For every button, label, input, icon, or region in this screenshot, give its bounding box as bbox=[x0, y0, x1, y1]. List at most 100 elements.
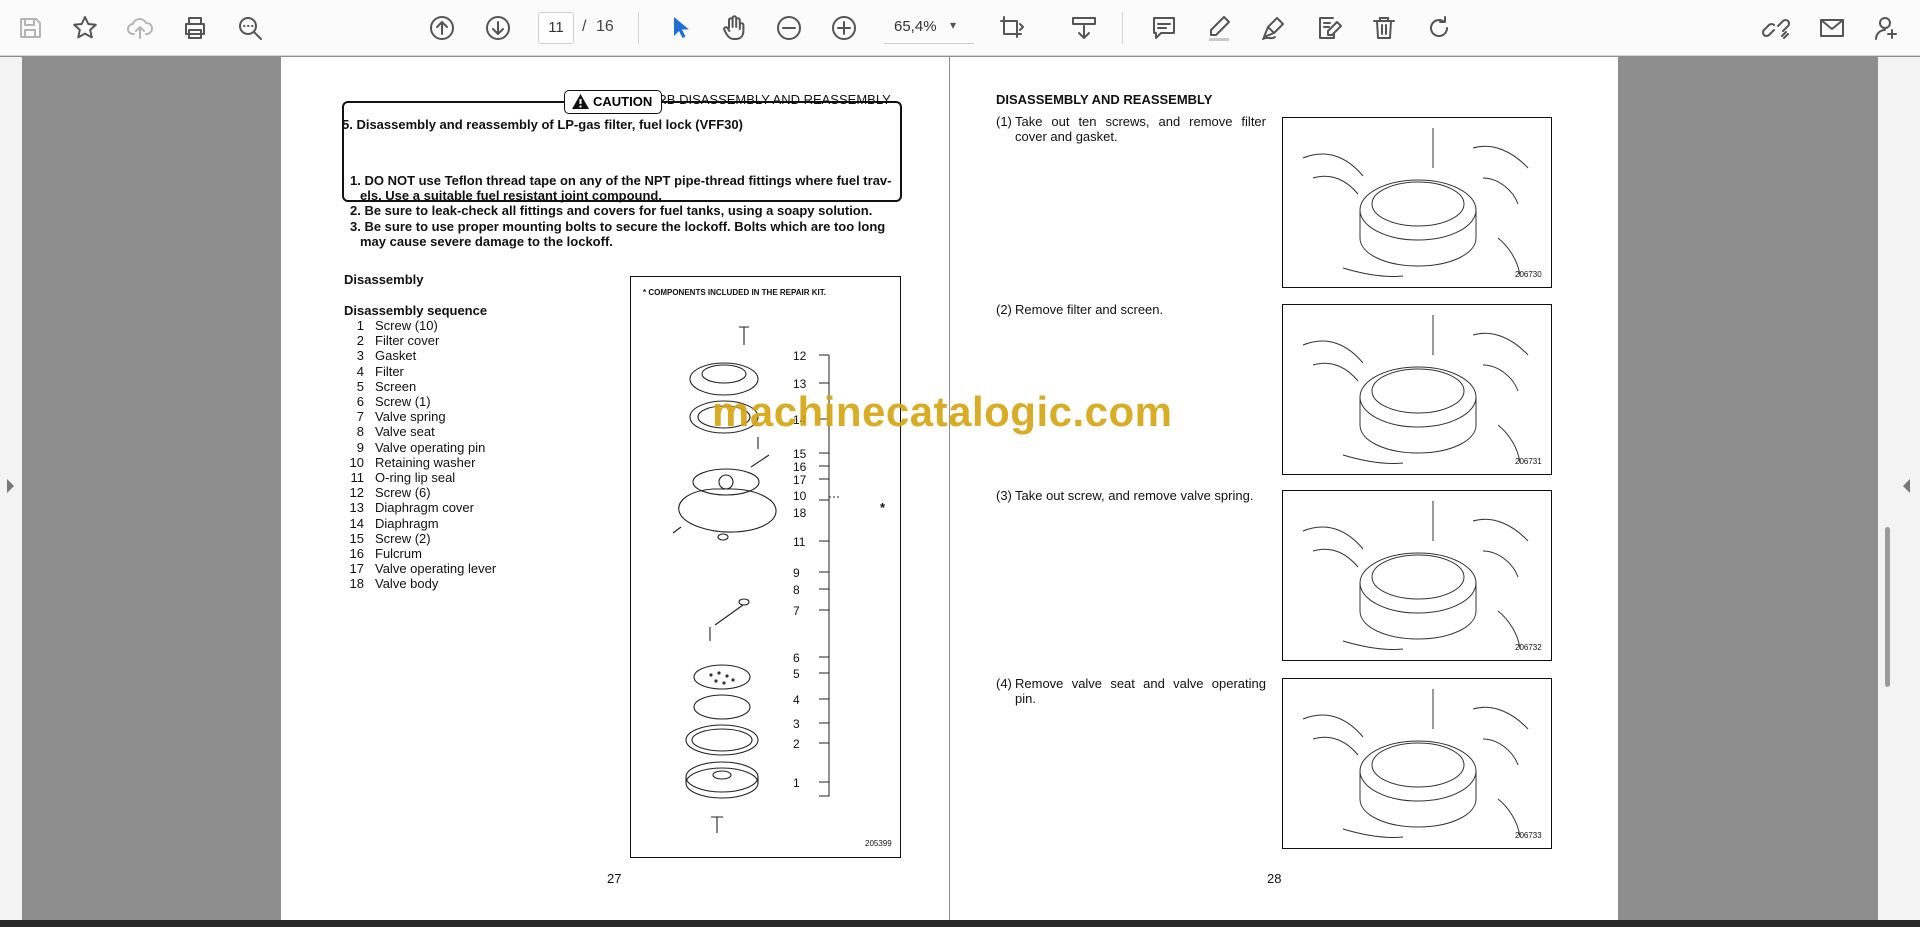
sequence-label: Screen bbox=[375, 378, 417, 394]
zoom-level-field[interactable]: 65,4% bbox=[884, 12, 974, 44]
zoom-search-icon[interactable] bbox=[230, 8, 270, 48]
toolbar: 11 / 16 65,4% ▾ bbox=[0, 0, 1920, 56]
edit-text-icon[interactable] bbox=[1309, 8, 1349, 48]
sequence-number: 15 bbox=[349, 530, 364, 546]
share-link-icon[interactable] bbox=[1756, 8, 1796, 48]
sequence-label: Valve operating pin bbox=[375, 439, 486, 455]
select-cursor-icon[interactable] bbox=[660, 8, 700, 48]
diagram-callout: 15 bbox=[793, 447, 807, 461]
exploded-parts-drawing bbox=[672, 326, 841, 833]
caution-line: els. Use a suitable fuel resistant joint… bbox=[360, 188, 662, 203]
right-panel-toggle[interactable] bbox=[1878, 57, 1920, 920]
diagram-star: * bbox=[880, 500, 886, 515]
highlight-pen-icon[interactable] bbox=[1199, 8, 1239, 48]
hands-on-part-drawing bbox=[1302, 501, 1529, 650]
sequence-label: Valve spring bbox=[375, 409, 446, 425]
warning-icon bbox=[572, 94, 589, 109]
diagram-callout: 10 bbox=[793, 489, 807, 503]
illustration-id: 206730 bbox=[1515, 270, 1542, 279]
step-text: Take out screw, and remove valve spring. bbox=[1015, 488, 1254, 503]
diagram-callout: 4 bbox=[793, 693, 800, 707]
scroll-mode-icon[interactable] bbox=[1064, 8, 1104, 48]
print-icon[interactable] bbox=[175, 8, 215, 48]
page-separator: / bbox=[582, 18, 587, 35]
sequence-label: Screw (6) bbox=[375, 485, 431, 501]
caution-line: 3. Be sure to use proper mounting bolts … bbox=[350, 219, 886, 234]
caution-line: 1. DO NOT use Teflon thread tape on any … bbox=[350, 173, 892, 188]
zoom-in-icon[interactable] bbox=[824, 8, 864, 48]
add-user-icon[interactable] bbox=[1867, 8, 1907, 48]
sequence-number: 11 bbox=[350, 470, 365, 485]
comment-icon[interactable] bbox=[1144, 8, 1184, 48]
caution-line: may cause severe damage to the lockoff. bbox=[360, 234, 613, 249]
illustration-id: 206731 bbox=[1515, 457, 1542, 466]
step-illustration: 206733 bbox=[1282, 678, 1552, 849]
email-icon[interactable] bbox=[1812, 8, 1852, 48]
zoom-dropdown-caret[interactable]: ▾ bbox=[950, 18, 956, 32]
sequence-label: Filter bbox=[375, 363, 404, 379]
delete-icon[interactable] bbox=[1364, 8, 1404, 48]
watermark: machinecatalogic.com bbox=[712, 388, 1173, 435]
step-text: Remove valve seat and valve operating bbox=[1015, 676, 1266, 691]
sequence-label: Valve seat bbox=[375, 424, 435, 440]
hands-on-part-drawing bbox=[1302, 315, 1529, 464]
sequence-number: 13 bbox=[349, 500, 364, 516]
sequence-label: Fulcrum bbox=[375, 546, 422, 561]
crop-tool-icon[interactable] bbox=[992, 8, 1032, 48]
sequence-number: 3 bbox=[356, 348, 364, 364]
step-number: (4) bbox=[996, 676, 1012, 691]
sequence-label: Gasket bbox=[375, 348, 417, 364]
step-text: Take out ten screws, and remove filter bbox=[1015, 114, 1266, 129]
sequence-label: Screw (10) bbox=[375, 318, 438, 333]
sequence-number: 10 bbox=[349, 454, 364, 470]
diagram-callout: 6 bbox=[793, 651, 800, 665]
sequence-number: 12 bbox=[349, 485, 364, 501]
vertical-scrollbar[interactable] bbox=[1885, 527, 1890, 687]
left-panel-toggle[interactable] bbox=[0, 57, 22, 920]
sequence-number: 18 bbox=[349, 576, 364, 592]
cloud-upload-icon[interactable] bbox=[120, 8, 160, 48]
step-number: (1) bbox=[996, 114, 1012, 129]
sequence-number: 2 bbox=[356, 333, 364, 349]
sequence-label: Screw (1) bbox=[375, 394, 431, 409]
page-total: 16 bbox=[596, 18, 614, 35]
rotate-icon[interactable] bbox=[1419, 8, 1459, 48]
chevron-left-icon[interactable] bbox=[1903, 479, 1910, 493]
caution-line: 2. Be sure to leak-check all fittings an… bbox=[350, 203, 873, 218]
diagram-callout: 17 bbox=[793, 473, 807, 487]
diagram-callout: 3 bbox=[793, 717, 800, 731]
document-viewer[interactable] bbox=[0, 57, 1920, 920]
diagram-callout: 2 bbox=[793, 737, 800, 751]
caution-label: CAUTION bbox=[593, 94, 653, 109]
sequence-label: Valve operating lever bbox=[375, 561, 497, 577]
sequence-number: 1 bbox=[356, 318, 364, 333]
sequence-heading: Disassembly sequence bbox=[344, 303, 488, 318]
page-up-icon[interactable] bbox=[422, 8, 462, 48]
save-icon[interactable] bbox=[10, 8, 50, 48]
diagram-callout: 16 bbox=[793, 460, 807, 474]
chevron-right-icon[interactable] bbox=[7, 479, 14, 493]
diagram-callout: 18 bbox=[793, 506, 807, 520]
sequence-label: Diaphragm bbox=[375, 515, 439, 531]
step-illustration: 206732 bbox=[1282, 490, 1552, 661]
illustration-id: 206732 bbox=[1515, 643, 1542, 652]
hands-on-part-drawing bbox=[1302, 689, 1529, 838]
zoom-out-icon[interactable] bbox=[769, 8, 809, 48]
hand-pan-icon[interactable] bbox=[714, 8, 754, 48]
sequence-label: Retaining washer bbox=[375, 454, 476, 470]
diagram-callout: 8 bbox=[793, 583, 800, 597]
disassembly-heading: Disassembly bbox=[344, 272, 424, 287]
sequence-label: Screw (2) bbox=[375, 530, 431, 546]
step-number: (3) bbox=[996, 488, 1012, 503]
page-number-input[interactable]: 11 bbox=[538, 12, 574, 44]
page-down-icon[interactable] bbox=[478, 8, 518, 48]
step-illustration: 206730 bbox=[1282, 117, 1552, 288]
sequence-number: 9 bbox=[356, 439, 364, 455]
draw-icon[interactable] bbox=[1254, 8, 1294, 48]
caution-badge: CAUTION bbox=[564, 90, 662, 114]
right-page-header: DISASSEMBLY AND REASSEMBLY bbox=[996, 92, 1213, 107]
diagram-callout: 12 bbox=[793, 349, 807, 363]
sequence-number: 5 bbox=[356, 378, 364, 394]
sequence-label: O-ring lip seal bbox=[375, 470, 456, 485]
bookmark-star-icon[interactable] bbox=[65, 8, 105, 48]
